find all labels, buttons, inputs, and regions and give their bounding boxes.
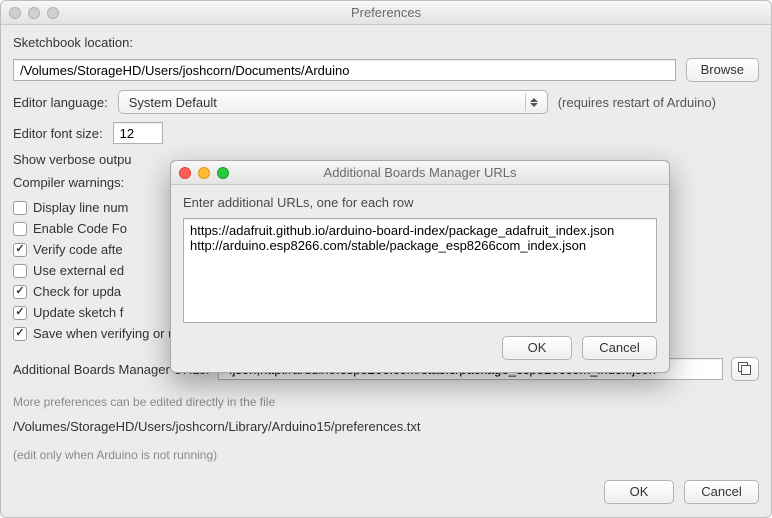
dialog-zoom-icon[interactable] xyxy=(217,167,229,179)
cancel-button[interactable]: Cancel xyxy=(684,480,759,504)
prefs-file-path: /Volumes/StorageHD/Users/joshcorn/Librar… xyxy=(13,419,759,434)
checkbox-label: Display line num xyxy=(33,200,128,215)
more-prefs-line2: (edit only when Arduino is not running) xyxy=(13,448,759,462)
zoom-icon[interactable] xyxy=(47,7,59,19)
editor-language-value: System Default xyxy=(129,95,217,110)
close-icon[interactable] xyxy=(9,7,21,19)
checkbox-label: Enable Code Fo xyxy=(33,221,127,236)
dialog-hint: Enter additional URLs, one for each row xyxy=(183,195,657,210)
checkbox-update-sketch[interactable] xyxy=(13,306,27,320)
font-size-input[interactable] xyxy=(113,122,163,144)
ok-button[interactable]: OK xyxy=(604,480,674,504)
checkbox-external-editor[interactable] xyxy=(13,264,27,278)
compiler-warnings-label: Compiler warnings: xyxy=(13,175,124,190)
checkbox-enable-code-folding[interactable] xyxy=(13,222,27,236)
browse-button[interactable]: Browse xyxy=(686,58,759,82)
editor-language-note: (requires restart of Arduino) xyxy=(558,95,716,110)
more-prefs-line1: More preferences can be edited directly … xyxy=(13,395,759,409)
editor-language-select[interactable]: System Default xyxy=(118,90,548,114)
windows-icon xyxy=(738,362,752,376)
dialog-minimize-icon[interactable] xyxy=(198,167,210,179)
open-urls-dialog-button[interactable] xyxy=(731,357,759,381)
font-size-label: Editor font size: xyxy=(13,126,103,141)
select-stepper-icon xyxy=(525,93,543,111)
verbose-label: Show verbose outpu xyxy=(13,152,132,167)
main-titlebar: Preferences xyxy=(1,1,771,25)
checkbox-label: Verify code afte xyxy=(33,242,123,257)
sketchbook-label: Sketchbook location: xyxy=(13,35,759,50)
minimize-icon[interactable] xyxy=(28,7,40,19)
dialog-close-icon[interactable] xyxy=(179,167,191,179)
dialog-ok-button[interactable]: OK xyxy=(502,336,572,360)
checkbox-label: Check for upda xyxy=(33,284,121,299)
editor-language-label: Editor language: xyxy=(13,95,108,110)
urls-textarea[interactable] xyxy=(183,218,657,323)
checkbox-verify-code[interactable] xyxy=(13,243,27,257)
dialog-title: Additional Boards Manager URLs xyxy=(171,165,669,180)
checkbox-label: Use external ed xyxy=(33,263,124,278)
sketchbook-path-input[interactable] xyxy=(13,59,676,81)
checkbox-check-updates[interactable] xyxy=(13,285,27,299)
dialog-cancel-button[interactable]: Cancel xyxy=(582,336,657,360)
additional-urls-dialog: Additional Boards Manager URLs Enter add… xyxy=(170,160,670,373)
checkbox-save-on-verify[interactable] xyxy=(13,327,27,341)
checkbox-display-line-numbers[interactable] xyxy=(13,201,27,215)
window-title: Preferences xyxy=(1,5,771,20)
checkbox-label: Update sketch f xyxy=(33,305,123,320)
dialog-titlebar: Additional Boards Manager URLs xyxy=(171,161,669,185)
